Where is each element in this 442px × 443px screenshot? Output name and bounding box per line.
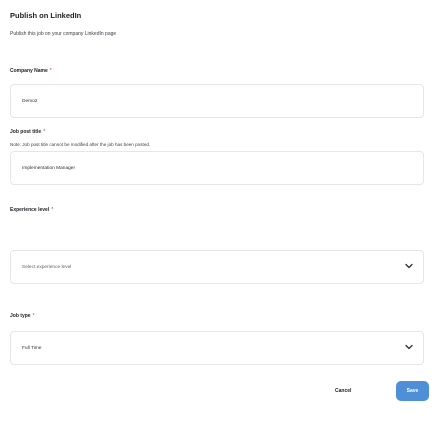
job-type-label: Job type * [10, 313, 35, 319]
job-post-title-note: Note: Job post title cannot be modified … [10, 142, 151, 147]
cancel-button[interactable]: Cancel [329, 384, 357, 398]
job-type-value: Full Time [22, 346, 42, 351]
required-marker: * [32, 313, 35, 319]
experience-level-label: Experience level * [10, 207, 53, 213]
company-name-value: Demo2 [22, 99, 38, 104]
page-subtitle: Publish this job on your company LinkedI… [10, 31, 117, 37]
required-marker: * [43, 129, 46, 135]
page-title: Publish on LinkedIn [10, 11, 82, 20]
job-post-title-label-text: Job post title [10, 129, 42, 135]
experience-level-label-text: Experience level [10, 207, 50, 213]
required-marker: * [51, 207, 54, 213]
job-type-label-text: Job type [10, 313, 31, 319]
chevron-down-icon [405, 263, 413, 269]
experience-level-select[interactable]: Select experience level [10, 250, 424, 284]
save-button[interactable]: Save [396, 381, 429, 401]
experience-level-placeholder: Select experience level [22, 265, 72, 270]
company-name-label: Company Name * [10, 68, 52, 74]
company-name-field[interactable]: Demo2 [10, 84, 424, 118]
required-marker: * [49, 68, 52, 74]
job-type-select[interactable]: Full Time [10, 331, 424, 365]
job-post-title-field[interactable]: Implementation Manager [10, 151, 424, 185]
job-post-title-value: Implementation Manager [22, 166, 76, 171]
company-name-label-text: Company Name [10, 68, 48, 74]
chevron-down-icon [405, 344, 413, 350]
job-post-title-label: Job post title * [10, 129, 45, 135]
